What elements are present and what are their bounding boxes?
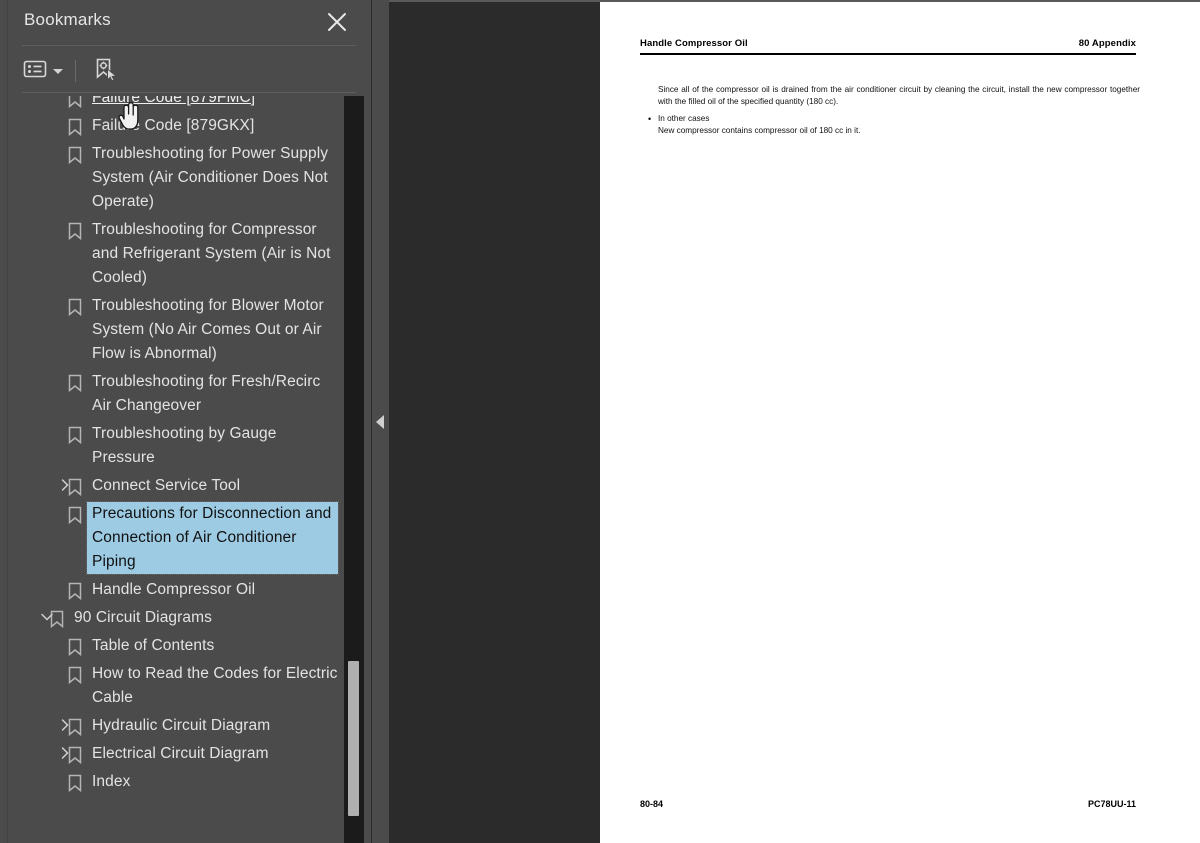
chevron-right-icon[interactable]: [58, 716, 72, 734]
bookmark-tree: Failure Code [879FMC] Failure Code [879GK…: [8, 96, 339, 796]
bookmark-icon: [66, 221, 84, 241]
bookmarks-panel-header: Bookmarks: [8, 0, 371, 44]
new-bookmark-icon: [92, 56, 118, 87]
model-number: PC78UU-11: [1087, 799, 1136, 809]
panel-collapse-handle[interactable]: [372, 0, 389, 843]
bookmarks-panel: Bookmarks Failure Code [879FMC] Failure …: [0, 0, 372, 843]
bookmark-item-label: Troubleshooting for Power Supply System …: [92, 145, 329, 210]
bookmark-icon: [66, 505, 84, 525]
bookmark-item[interactable]: Precautions for Disconnection and Connec…: [8, 500, 339, 576]
bullet-block: In other cases New compressor contains c…: [658, 113, 958, 136]
bookmark-item-label: Troubleshooting for Compressor and Refri…: [92, 221, 331, 286]
bookmark-item[interactable]: Table of Contents: [8, 632, 338, 660]
toolbar-separator: [75, 60, 76, 82]
bookmark-item[interactable]: Troubleshooting for Fresh/Recirc Air Cha…: [8, 368, 338, 420]
bookmark-item[interactable]: Troubleshooting for Power Supply System …: [8, 140, 338, 216]
bookmark-icon: [66, 637, 84, 657]
bullet-title: In other cases: [658, 114, 710, 123]
bookmark-item[interactable]: Troubleshooting by Gauge Pressure: [8, 420, 338, 472]
bookmark-item-label: Electrical Circuit Diagram: [92, 745, 269, 762]
document-header: Handle Compressor Oil 80 Appendix: [640, 38, 1136, 49]
pdf-page[interactable]: Handle Compressor Oil 80 Appendix Since …: [600, 2, 1200, 843]
bookmark-item-label: Hydraulic Circuit Diagram: [92, 717, 271, 734]
bookmark-icon: [66, 96, 84, 109]
bookmark-icon: [66, 373, 84, 393]
bookmark-item-label: Troubleshooting by Gauge Pressure: [92, 425, 277, 466]
bookmark-item-label: Failure Code [879GKX]: [92, 117, 255, 134]
bookmarks-scrollbar[interactable]: [344, 96, 364, 843]
chevron-down-icon: [53, 68, 63, 74]
header-divider: [22, 45, 356, 46]
chevron-left-icon: [376, 415, 384, 429]
bookmark-item[interactable]: Handle Compressor Oil: [8, 576, 338, 604]
bookmark-item-label: Precautions for Disconnection and Connec…: [86, 501, 339, 575]
bookmark-icon: [66, 665, 84, 685]
bookmark-item[interactable]: Connect Service Tool: [8, 472, 338, 500]
bookmark-item-label: Troubleshooting for Fresh/Recirc Air Cha…: [92, 373, 321, 414]
bookmark-icon: [66, 117, 84, 137]
bookmark-item-label: 90 Circuit Diagrams: [74, 609, 212, 626]
bookmark-item-label: Table of Contents: [92, 637, 215, 654]
page-number: 80-84: [640, 799, 664, 809]
bookmark-item[interactable]: How to Read the Codes for Electric Cable: [8, 660, 338, 712]
bookmark-item[interactable]: Troubleshooting for Blower Motor System …: [8, 292, 338, 368]
bookmark-icon: [66, 425, 84, 445]
application-window: Bookmarks Failure Code [879FMC] Failure …: [0, 0, 1200, 843]
close-icon[interactable]: [325, 10, 349, 34]
document-header-right: 80 Appendix: [1078, 38, 1136, 49]
header-rule: [640, 53, 1136, 55]
bookmarks-toolbar: [22, 52, 118, 90]
bookmark-item-label: Connect Service Tool: [92, 477, 241, 494]
bookmark-icon: [66, 773, 84, 793]
new-bookmark-button[interactable]: [92, 56, 118, 86]
document-header-left: Handle Compressor Oil: [640, 38, 748, 49]
bookmark-item[interactable]: Electrical Circuit Diagram: [8, 740, 338, 768]
bookmark-item-label: Troubleshooting for Blower Motor System …: [92, 297, 324, 362]
bookmark-item-label: How to Read the Codes for Electric Cable: [92, 665, 338, 706]
bookmark-item[interactable]: Failure Code [879GKX]: [8, 112, 338, 140]
toolbar-divider: [22, 92, 356, 93]
bookmark-icon: [66, 297, 84, 317]
chevron-down-icon[interactable]: [40, 608, 54, 626]
bookmark-item-label: Failure Code [879FMC]: [92, 96, 256, 106]
bookmark-tree-viewport: Failure Code [879FMC] Failure Code [879GK…: [8, 96, 372, 843]
page-title: Bookmarks: [24, 10, 111, 29]
panel-left-edge: [0, 0, 8, 843]
scrollbar-thumb[interactable]: [348, 661, 359, 816]
bookmark-icon: [66, 145, 84, 165]
bullet-sub: New compressor contains compressor oil o…: [658, 125, 861, 135]
bookmark-item-label: Index: [92, 773, 131, 790]
bookmark-item[interactable]: Index: [8, 768, 338, 796]
bookmark-item-label: Handle Compressor Oil: [92, 581, 256, 598]
list-options-icon: [22, 58, 48, 85]
bookmark-item[interactable]: 90 Circuit Diagrams: [8, 604, 338, 632]
intro-paragraph: Since all of the compressor oil is drain…: [658, 85, 1140, 106]
document-footer: 80-84 PC78UU-11: [640, 799, 1136, 809]
bookmark-item[interactable]: Troubleshooting for Compressor and Refri…: [8, 216, 338, 292]
bookmark-item[interactable]: Failure Code [879FMC]: [8, 96, 338, 112]
bookmark-item[interactable]: Hydraulic Circuit Diagram: [8, 712, 338, 740]
chevron-right-icon[interactable]: [58, 744, 72, 762]
bookmark-options-button[interactable]: [22, 56, 63, 86]
bookmark-icon: [66, 581, 84, 601]
bullet-marker: •: [648, 114, 652, 124]
chevron-right-icon[interactable]: [58, 476, 72, 494]
